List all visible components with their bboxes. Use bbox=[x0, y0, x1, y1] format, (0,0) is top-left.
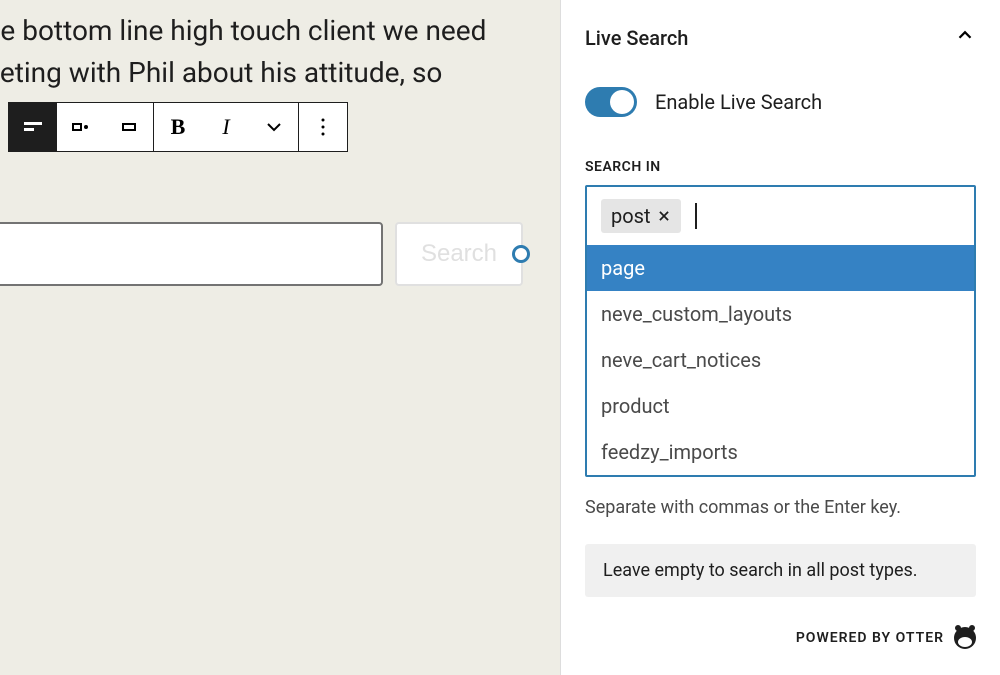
chevron-down-icon bbox=[262, 115, 286, 139]
search-input[interactable] bbox=[0, 222, 383, 286]
enable-live-search-toggle[interactable] bbox=[585, 87, 637, 117]
italic-icon: I bbox=[222, 114, 229, 140]
paragraph-line: he bottom line high touch client we need bbox=[0, 10, 560, 52]
token-remove-button[interactable] bbox=[657, 209, 671, 223]
align-button[interactable] bbox=[57, 103, 105, 151]
kebab-icon bbox=[311, 115, 335, 139]
chevron-up-icon[interactable] bbox=[954, 24, 976, 51]
panel-header[interactable]: Live Search bbox=[585, 24, 976, 51]
close-icon bbox=[657, 209, 671, 223]
suggestion-neve-custom-layouts[interactable]: neve_custom_layouts bbox=[587, 291, 974, 337]
bold-button[interactable]: B bbox=[154, 103, 202, 151]
paragraph-line: eeting with Phil about his attitude, so bbox=[0, 52, 560, 94]
italic-button[interactable]: I bbox=[202, 103, 250, 151]
suggestions-list: page neve_custom_layouts neve_cart_notic… bbox=[587, 245, 974, 475]
options-button[interactable] bbox=[299, 103, 347, 151]
suggestion-neve-cart-notices[interactable]: neve_cart_notices bbox=[587, 337, 974, 383]
editor-canvas: he bottom line high touch client we need… bbox=[0, 0, 560, 675]
token-post: post bbox=[601, 199, 681, 233]
block-toolbar: B I bbox=[8, 102, 348, 152]
otter-icon bbox=[954, 627, 976, 649]
settings-sidebar: Live Search Enable Live Search SEARCH IN… bbox=[560, 0, 1000, 675]
enable-live-search-row: Enable Live Search bbox=[585, 87, 976, 117]
powered-by-label: POWERED BY OTTER bbox=[796, 630, 944, 646]
text-cursor bbox=[695, 203, 697, 229]
move-button[interactable] bbox=[105, 103, 153, 151]
search-in-label: SEARCH IN bbox=[585, 159, 976, 175]
suggestion-product[interactable]: product bbox=[587, 383, 974, 429]
toggle-label: Enable Live Search bbox=[655, 90, 822, 114]
bold-icon: B bbox=[171, 114, 186, 140]
powered-by: POWERED BY OTTER bbox=[585, 627, 976, 649]
more-formatting-button[interactable] bbox=[250, 103, 298, 151]
token-label: post bbox=[611, 204, 651, 228]
search-in-field[interactable]: post page neve_custom_layouts neve_cart_… bbox=[585, 185, 976, 477]
suggestion-page[interactable]: page bbox=[587, 245, 974, 291]
suggestion-feedzy-imports[interactable]: feedzy_imports bbox=[587, 429, 974, 475]
panel-title: Live Search bbox=[585, 26, 688, 50]
help-text: Separate with commas or the Enter key. bbox=[585, 497, 976, 518]
paragraph-block[interactable]: he bottom line high touch client we need… bbox=[0, 0, 560, 94]
info-box: Leave empty to search in all post types. bbox=[585, 544, 976, 597]
resize-handle[interactable] bbox=[512, 245, 530, 263]
search-block[interactable]: Search bbox=[0, 222, 560, 286]
token-input-area[interactable]: post bbox=[587, 187, 974, 245]
toggle-knob bbox=[610, 90, 634, 114]
search-button[interactable]: Search bbox=[395, 222, 523, 286]
block-type-button[interactable] bbox=[9, 103, 57, 151]
